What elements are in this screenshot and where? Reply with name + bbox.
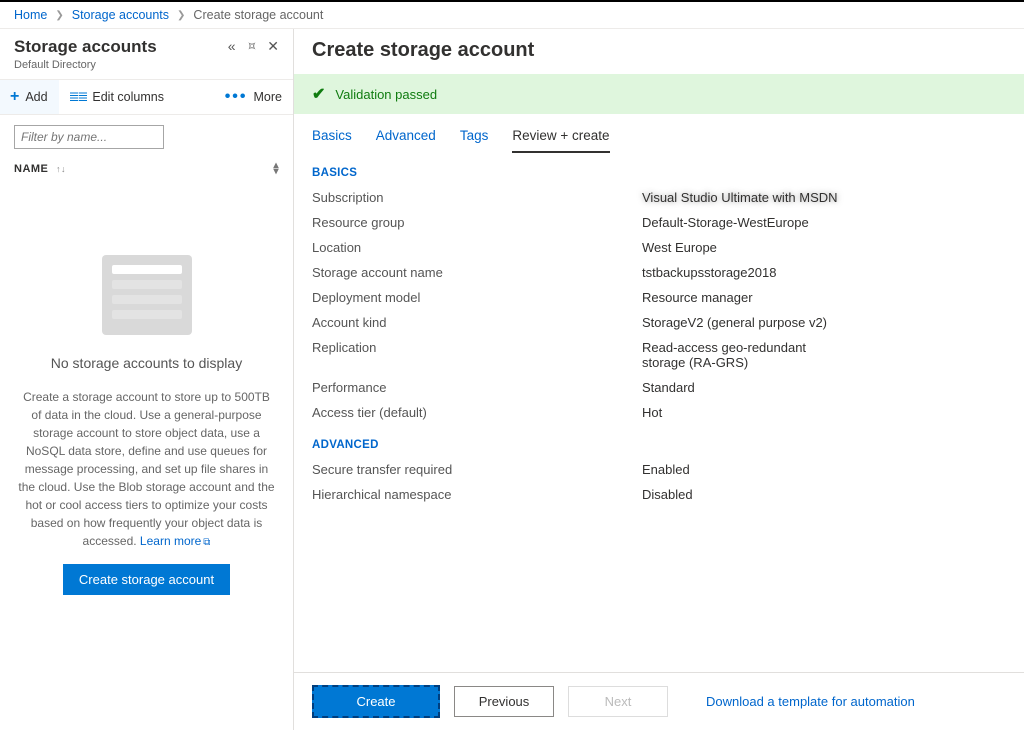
right-panel: Create storage account ✔ Validation pass… (294, 29, 1024, 730)
kv-secure-transfer: Secure transfer required Enabled (294, 457, 1024, 482)
kv-access-tier: Access tier (default) Hot (294, 400, 1024, 425)
validation-text: Validation passed (335, 87, 437, 102)
breadcrumb-current: Create storage account (193, 8, 323, 22)
kv-resource-group: Resource group Default-Storage-WestEurop… (294, 210, 1024, 235)
edit-columns-label: Edit columns (92, 90, 164, 104)
tab-advanced[interactable]: Advanced (376, 128, 436, 153)
section-advanced-heading: ADVANCED (294, 425, 1024, 457)
chevron-right-icon: ❯ (55, 10, 63, 21)
empty-state-icon (102, 255, 192, 335)
left-panel: Storage accounts Default Directory « ✧ ✕… (0, 29, 294, 730)
next-button: Next (568, 686, 668, 717)
kv-hierarchical-namespace: Hierarchical namespace Disabled (294, 482, 1024, 507)
previous-button[interactable]: Previous (454, 686, 554, 717)
tab-basics[interactable]: Basics (312, 128, 352, 153)
tab-review-create[interactable]: Review + create (512, 128, 609, 153)
edit-columns-button[interactable]: ≣≣ Edit columns (59, 81, 175, 113)
section-basics-heading: BASICS (294, 153, 1024, 185)
download-template-link[interactable]: Download a template for automation (706, 694, 915, 709)
sort-icon[interactable]: ↑↓ (56, 164, 66, 174)
create-storage-account-button[interactable]: Create storage account (63, 564, 230, 595)
more-button[interactable]: ••• More (215, 80, 293, 114)
more-icon: ••• (225, 88, 248, 106)
left-toolbar: + Add ≣≣ Edit columns ••• More (0, 79, 293, 115)
kv-replication: Replication Read-access geo-redundant st… (294, 335, 1024, 375)
create-button[interactable]: Create (312, 685, 440, 718)
breadcrumb: Home ❯ Storage accounts ❯ Create storage… (0, 2, 1024, 29)
empty-state: No storage accounts to display Create a … (0, 185, 293, 605)
more-label: More (254, 90, 282, 104)
columns-icon: ≣≣ (69, 89, 87, 105)
panel-title: Storage accounts (14, 37, 157, 57)
external-link-icon: ⧉ (203, 537, 210, 548)
pin-icon[interactable]: ✧ (242, 37, 260, 55)
filter-input[interactable] (14, 125, 164, 149)
checkmark-icon: ✔ (312, 84, 325, 104)
kv-storage-name: Storage account name tstbackupsstorage20… (294, 260, 1024, 285)
validation-banner: ✔ Validation passed (294, 74, 1024, 114)
tabs: Basics Advanced Tags Review + create (294, 114, 1024, 153)
footer-bar: Create Previous Next Download a template… (294, 672, 1024, 730)
add-button[interactable]: + Add (0, 80, 59, 114)
learn-more-link[interactable]: Learn more⧉ (140, 534, 211, 548)
close-icon[interactable]: ✕ (267, 39, 279, 53)
column-name-header[interactable]: NAME (14, 163, 48, 175)
tab-tags[interactable]: Tags (460, 128, 489, 153)
kv-location: Location West Europe (294, 235, 1024, 260)
plus-icon: + (10, 88, 19, 106)
panel-subtitle: Default Directory (14, 59, 157, 71)
empty-body: Create a storage account to store up to … (18, 390, 274, 548)
kv-performance: Performance Standard (294, 375, 1024, 400)
kv-subscription: Subscription Visual Studio Ultimate with… (294, 185, 1024, 210)
empty-title: No storage accounts to display (18, 353, 275, 374)
breadcrumb-home[interactable]: Home (14, 8, 47, 22)
breadcrumb-storage-accounts[interactable]: Storage accounts (72, 8, 169, 22)
collapse-icon[interactable]: « (228, 39, 236, 53)
chevron-right-icon: ❯ (177, 10, 185, 21)
scroll-handle-icon[interactable]: ▴▾ (273, 163, 279, 175)
add-label: Add (25, 90, 47, 104)
kv-account-kind: Account kind StorageV2 (general purpose … (294, 310, 1024, 335)
kv-deployment-model: Deployment model Resource manager (294, 285, 1024, 310)
page-title: Create storage account (312, 39, 1006, 62)
